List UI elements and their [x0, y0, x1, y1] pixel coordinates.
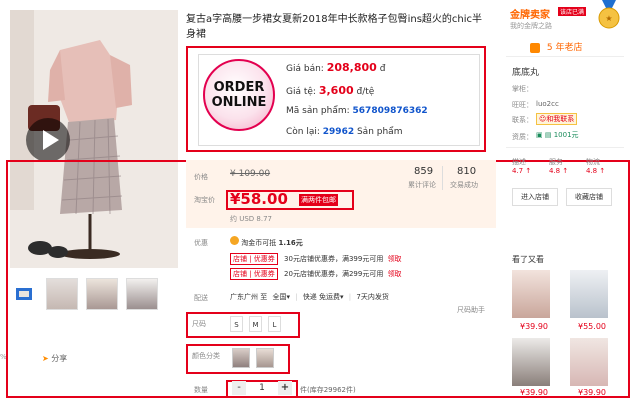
- enter-shop-button[interactable]: 进入店铺: [512, 188, 558, 206]
- coupon-row-1: 店铺 | 优惠券 30元店铺优惠券，满399元可用 领取: [230, 253, 402, 265]
- shop-badge: 金牌卖家: [510, 10, 550, 21]
- rating-desc: 描述 4.7 ↑: [512, 158, 532, 175]
- rate-row: Giá tệ: 3,600 đ/tệ: [286, 84, 375, 97]
- play-icon: [43, 130, 59, 150]
- favorite-shop-button[interactable]: 收藏店铺: [566, 188, 612, 206]
- shop-badge-link[interactable]: 我的金牌之路: [510, 21, 552, 31]
- contact-label: 联系：: [512, 116, 533, 124]
- reviews-count: 859: [414, 166, 434, 177]
- guarantee-icon: ▤: [544, 131, 552, 139]
- shipping-label: 配送: [194, 294, 208, 302]
- promo-price: ¥58.00: [230, 190, 288, 208]
- wangwang-value: luo2cc: [536, 100, 559, 108]
- code-row: Mã sản phẩm: 567809876362: [286, 106, 428, 116]
- qty-input[interactable]: 1: [248, 381, 276, 395]
- shop-badge-header: 金牌卖家 该店已满 我的金牌之路 ★: [506, 0, 624, 32]
- size-label: 尺码: [192, 320, 206, 328]
- coupon-tag-2: 店铺 | 优惠券: [230, 268, 278, 280]
- coin-row: 淘金币可抵 1.16元: [230, 236, 303, 248]
- qual-label: 资质：: [512, 133, 533, 141]
- order-line1: ORDER: [213, 80, 265, 95]
- rating-logistics: 物流 4.8 ↑: [586, 158, 606, 175]
- seen-item-3[interactable]: [512, 338, 550, 386]
- shipping-dest-select[interactable]: 全国: [272, 293, 286, 301]
- claim-coupon-1[interactable]: 领取: [388, 255, 402, 263]
- gold-medal-icon: ★: [598, 0, 620, 29]
- seen-item-1[interactable]: [512, 270, 550, 318]
- size-assistant-link[interactable]: 尺码助手: [457, 305, 485, 315]
- seen-price-4: ¥39.90: [578, 388, 606, 397]
- qty-plus-button[interactable]: +: [278, 381, 292, 395]
- sidebar-divider-2: [506, 147, 624, 148]
- shop-name[interactable]: 底底丸: [512, 65, 539, 78]
- shop-years-icon: [530, 42, 540, 53]
- order-line2: ONLINE: [211, 95, 267, 110]
- color-label: 颜色分类: [192, 352, 220, 360]
- coupon-tag-1: 店铺 | 优惠券: [230, 253, 278, 265]
- orig-price: ¥ 109.00: [230, 169, 271, 179]
- price-row: Giá bán: 208,800 đ: [286, 61, 386, 74]
- play-video-button[interactable]: [26, 118, 70, 162]
- size-option-s[interactable]: S: [230, 316, 243, 332]
- seen-item-4[interactable]: [570, 338, 608, 386]
- product-code: 567809876362: [352, 106, 428, 116]
- chevron-down-icon: ▾: [340, 293, 344, 301]
- size-option-m[interactable]: M: [249, 316, 262, 332]
- claim-coupon-2[interactable]: 领取: [388, 270, 402, 278]
- seen-price-1: ¥39.90: [520, 322, 548, 331]
- promo-label: 优惠: [194, 239, 208, 247]
- product-title: 复古a字高腰一步裙女夏新2018年中长款格子包臀ins超火的chic半身裙: [186, 14, 483, 40]
- rating-service: 服务 4.8 ↑: [549, 158, 569, 175]
- qty-label: 数量: [194, 386, 208, 394]
- price-vnd: 208,800: [326, 61, 377, 74]
- qty-stock: 件(库存29962件): [300, 386, 356, 394]
- seen-price-2: ¥55.00: [578, 322, 606, 331]
- shipping-row: 广东广州 至 全国▾ | 快递 免运费▾ | 7天内发货: [230, 293, 389, 301]
- qual-value: ▣ ▤ 1001元: [536, 131, 579, 139]
- seen-price-3: ¥39.90: [520, 388, 548, 397]
- seen-title: 看了又看: [512, 255, 544, 264]
- panel-divider: [442, 166, 443, 190]
- contact-seller-button[interactable]: ☺和我联系: [536, 113, 578, 125]
- rate-value: 3,600: [318, 84, 354, 97]
- sales-count: 810: [457, 166, 477, 177]
- coin-icon: [230, 236, 239, 245]
- sidebar-divider-1: [506, 56, 624, 57]
- shop-years: 5 年老店: [530, 40, 583, 53]
- size-option-l[interactable]: L: [268, 316, 281, 332]
- sales-label: 交易成功: [450, 181, 478, 189]
- owner-label: 掌柜：: [512, 85, 533, 93]
- wangwang-label: 旺旺：: [512, 101, 533, 109]
- coupon-row-2: 店铺 | 优惠券 20元店铺优惠券，满299元可用 领取: [230, 268, 402, 280]
- qty-minus-button[interactable]: -: [232, 381, 246, 395]
- seen-item-2[interactable]: [570, 270, 608, 318]
- chevron-down-icon: ▾: [286, 293, 290, 301]
- shop-cert-icon: ▣: [536, 131, 543, 139]
- usd-price: 约 USD 8.77: [230, 215, 272, 223]
- order-online-button[interactable]: ORDER ONLINE: [203, 59, 275, 131]
- promo-price-label: 淘宝价: [194, 196, 215, 204]
- reviews-label[interactable]: 累计评论: [408, 180, 436, 190]
- stock-row: Còn lại: 29962 Sản phẩm: [286, 127, 403, 137]
- color-option-2[interactable]: [256, 348, 274, 368]
- svg-text:★: ★: [605, 14, 612, 23]
- orig-price-label: 价格: [194, 173, 208, 181]
- color-option-1[interactable]: [232, 348, 250, 368]
- shop-badge-tag: 该店已满: [558, 7, 587, 16]
- promo-badge: 满两件包邮: [299, 194, 338, 206]
- stock-value: 29962: [322, 127, 355, 137]
